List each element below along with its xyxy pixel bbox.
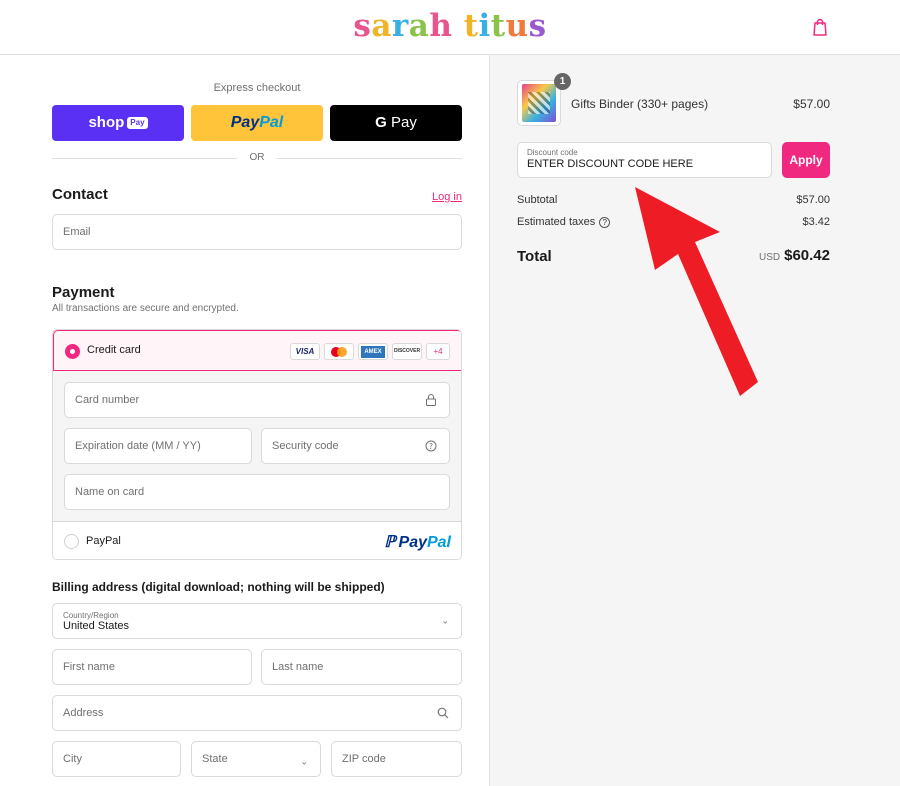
brand-logo[interactable]: sarah titus <box>0 8 900 44</box>
discover-icon: DISCOVER <box>392 343 422 360</box>
login-link[interactable]: Log in <box>432 191 462 203</box>
google-pay-text: Pay <box>390 114 417 131</box>
paypal-express-button[interactable]: PayPal <box>191 105 323 141</box>
mastercard-icon <box>324 343 354 360</box>
taxes-row: Estimated taxes? $3.42 <box>517 216 830 228</box>
credit-card-label: Credit card <box>87 344 141 356</box>
card-brand-icons: VISA AMEX DISCOVER +4 <box>290 343 450 360</box>
express-checkout-title: Express checkout <box>213 82 301 94</box>
search-icon <box>437 707 449 719</box>
brand-letter: i <box>478 8 491 44</box>
credit-card-radio[interactable] <box>65 344 80 359</box>
security-code-placeholder: Security code <box>272 440 339 452</box>
help-circle-icon[interactable]: ? <box>599 216 611 228</box>
google-g-icon: G <box>375 114 387 131</box>
currency-label: USD <box>758 252 781 263</box>
product-image <box>522 84 556 122</box>
taxes-value: $3.42 <box>802 216 830 228</box>
brand-letter: a <box>371 8 392 44</box>
state-select[interactable]: State ⌄ <box>191 741 321 777</box>
credit-card-option[interactable]: Credit card VISA AMEX DISCOVER +4 <box>53 330 461 371</box>
first-name-placeholder: First name <box>63 661 115 673</box>
last-name-field[interactable]: Last name <box>261 649 462 685</box>
payment-title: Payment <box>52 284 115 301</box>
security-code-field[interactable]: Security code ? <box>261 428 450 464</box>
chevron-down-icon: ⌄ <box>300 756 308 767</box>
svg-text:?: ? <box>429 442 433 451</box>
city-field[interactable]: City <box>52 741 181 777</box>
paypal-logo: ℙ PayPal <box>384 534 451 551</box>
state-placeholder: State <box>202 753 228 765</box>
paypal-radio[interactable] <box>64 534 79 549</box>
or-label: OR <box>237 152 277 163</box>
address-field[interactable]: Address <box>52 695 462 731</box>
product-thumbnail: 1 <box>517 73 571 126</box>
shopping-bag-icon[interactable] <box>812 18 828 36</box>
product-price: $57.00 <box>793 97 830 111</box>
shop-pay-tag: Pay <box>127 117 148 129</box>
name-on-card-field[interactable]: Name on card <box>64 474 450 510</box>
address-placeholder: Address <box>63 707 104 719</box>
product-name: Gifts Binder (330+ pages) <box>571 97 709 111</box>
paypal-option[interactable]: PayPal ℙ PayPal <box>53 521 461 559</box>
paypal-pay-text: Pay <box>230 114 260 131</box>
total-label: Total <box>517 248 552 265</box>
lock-icon <box>426 394 436 406</box>
more-cards-badge: +4 <box>426 343 450 360</box>
city-placeholder: City <box>63 753 82 765</box>
apply-button[interactable]: Apply <box>782 142 830 178</box>
payment-methods: Credit card VISA AMEX DISCOVER +4 Card n… <box>52 329 462 560</box>
paypal-pal-text: Pal <box>259 114 284 131</box>
card-number-field[interactable]: Card number <box>64 382 450 418</box>
google-pay-button[interactable]: G Pay <box>330 105 462 141</box>
country-value: United States <box>63 619 130 632</box>
first-name-field[interactable]: First name <box>52 649 252 685</box>
name-on-card-placeholder: Name on card <box>75 486 145 498</box>
billing-title: Billing address (digital download; nothi… <box>52 580 385 594</box>
paypal-p-icon: ℙ <box>384 534 396 551</box>
subtotal-row: Subtotal $57.00 <box>517 194 830 206</box>
country-label: Country/Region <box>63 610 119 620</box>
total-value: $60.42 <box>784 247 830 264</box>
help-circle-icon[interactable]: ? <box>425 440 437 452</box>
credit-card-form: Card number Expiration date (MM / YY) Se… <box>53 371 461 521</box>
order-summary: 1 Gifts Binder (330+ pages) $57.00 Disco… <box>489 55 900 786</box>
country-select[interactable]: Country/Region United States ⌄ <box>52 603 462 639</box>
last-name-placeholder: Last name <box>272 661 324 673</box>
total-row: Total USD $60.42 <box>517 247 830 265</box>
card-number-placeholder: Card number <box>75 394 140 406</box>
zip-placeholder: ZIP code <box>342 753 386 765</box>
brand-letter: s <box>528 8 547 44</box>
brand-letter: s <box>353 8 372 44</box>
amex-icon: AMEX <box>358 343 388 360</box>
discount-code-value: ENTER DISCOUNT CODE HERE <box>527 158 694 170</box>
email-placeholder: Email <box>63 226 91 238</box>
header: sarah titus <box>0 0 900 55</box>
shop-pay-text: shop <box>88 114 125 131</box>
expiration-placeholder: Expiration date (MM / YY) <box>75 440 201 452</box>
brand-letter: h <box>429 8 453 44</box>
brand-letter: t <box>463 8 479 44</box>
expiration-field[interactable]: Expiration date (MM / YY) <box>64 428 252 464</box>
discount-code-field[interactable]: Discount code ENTER DISCOUNT CODE HERE <box>517 142 772 178</box>
contact-title: Contact <box>52 186 108 203</box>
taxes-label: Estimated taxes <box>517 216 596 228</box>
subtotal-label: Subtotal <box>517 194 558 206</box>
payment-subtitle: All transactions are secure and encrypte… <box>52 303 239 314</box>
brand-letter <box>452 8 463 44</box>
discount-code-label: Discount code <box>527 148 578 157</box>
visa-icon: VISA <box>290 343 320 360</box>
brand-letter: u <box>505 8 529 44</box>
subtotal-value: $57.00 <box>796 194 830 206</box>
shop-pay-button[interactable]: shop Pay <box>52 105 184 141</box>
email-field[interactable]: Email <box>52 214 462 250</box>
brand-letter: a <box>408 8 430 44</box>
paypal-label: PayPal <box>86 535 121 547</box>
chevron-down-icon: ⌄ <box>441 615 449 626</box>
brand-letter: r <box>391 8 409 44</box>
brand-letter: t <box>490 8 506 44</box>
zip-field[interactable]: ZIP code <box>331 741 462 777</box>
quantity-badge: 1 <box>554 73 571 90</box>
